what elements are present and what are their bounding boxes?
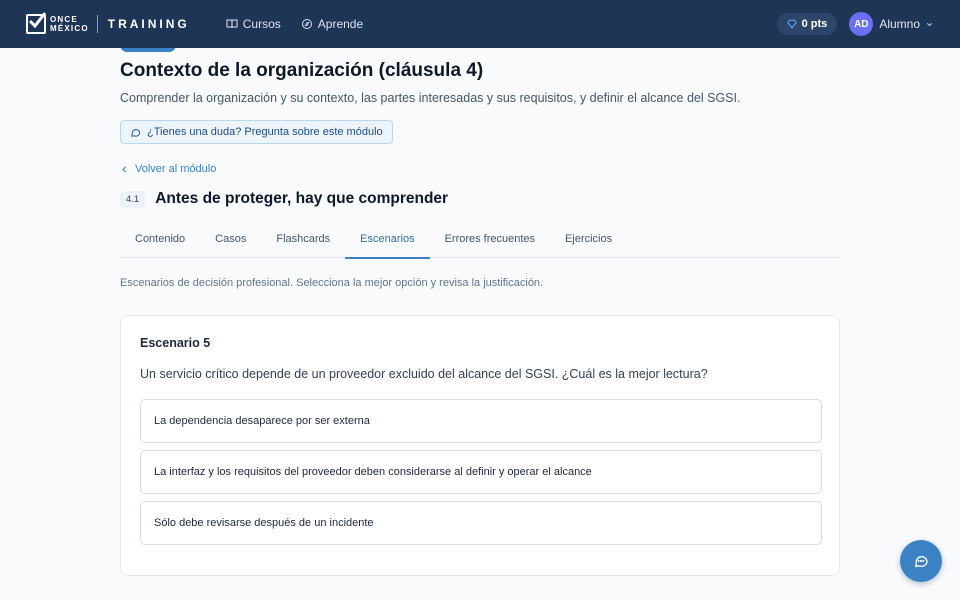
logo-divider xyxy=(96,15,98,33)
compass-icon xyxy=(301,19,312,29)
nav-item-cursos[interactable]: Cursos xyxy=(226,17,281,31)
chevron-left-icon xyxy=(122,165,127,173)
scenario-label: Escenario 5 xyxy=(140,336,211,350)
logo-word-bottom: MÉXICO xyxy=(50,24,89,33)
nav-label: Cursos xyxy=(242,17,281,31)
book-icon xyxy=(226,19,238,29)
avatar: AD xyxy=(849,12,874,36)
scenario-card: Escenario 5 Un servicio crítico depende … xyxy=(120,315,840,576)
tab-contenido[interactable]: Contenido xyxy=(120,220,200,258)
module-tag xyxy=(120,48,176,52)
points-value: 0 pts xyxy=(801,18,828,30)
tab-casos[interactable]: Casos xyxy=(200,220,261,258)
main-nav: Cursos Aprende xyxy=(226,17,383,31)
nav-item-aprende[interactable]: Aprende xyxy=(301,17,363,31)
top-navbar: ONCE MÉXICO TRAINING Cursos Aprende 0 pt… xyxy=(0,0,960,48)
logo-wordmark: ONCE MÉXICO xyxy=(50,15,89,33)
scenario-question: Un servicio crítico depende de un provee… xyxy=(140,367,708,381)
tab-ejercicios[interactable]: Ejercicios xyxy=(550,220,627,258)
lesson-title: Antes de proteger, hay que comprender xyxy=(155,190,449,207)
back-to-module-link[interactable]: Volver al módulo xyxy=(120,163,216,175)
logo-product-name: TRAINING xyxy=(107,17,190,31)
chat-bubble-icon xyxy=(914,556,928,568)
back-link-label: Volver al módulo xyxy=(135,163,217,175)
ask-question-button[interactable]: ¿Tienes una duda? Pregunta sobre este mó… xyxy=(120,120,393,144)
user-name: Alumno xyxy=(879,17,920,31)
logo-word-top: ONCE xyxy=(50,15,78,24)
main-content: Contexto de la organización (cláusula 4)… xyxy=(0,48,960,600)
ask-question-label: ¿Tienes una duda? Pregunta sobre este mó… xyxy=(147,126,383,138)
lesson-tabs: Contenido Casos Flashcards Escenarios Er… xyxy=(120,220,840,259)
page-title: Contexto de la organización (cláusula 4) xyxy=(120,60,484,81)
answer-option-1[interactable]: La dependencia desaparece por ser extern… xyxy=(140,399,822,443)
brand-logo[interactable]: ONCE MÉXICO TRAINING xyxy=(26,0,190,48)
scenarios-intro: Escenarios de decisión profesional. Sele… xyxy=(120,277,544,289)
chevron-down-icon xyxy=(926,22,933,26)
header-right: 0 pts AD Alumno xyxy=(776,12,934,36)
points-badge[interactable]: 0 pts xyxy=(776,13,838,35)
user-menu[interactable]: AD Alumno xyxy=(849,12,934,36)
tab-flashcards[interactable]: Flashcards xyxy=(261,220,345,258)
answer-option-3[interactable]: Sólo debe revisarse después de un incide… xyxy=(140,501,822,545)
answer-option-2[interactable]: La interfaz y los requisitos del proveed… xyxy=(140,450,822,494)
tab-errores-frecuentes[interactable]: Errores frecuentes xyxy=(430,220,550,258)
gem-icon xyxy=(786,19,797,29)
chat-assistant-button[interactable] xyxy=(900,540,942,582)
nav-label: Aprende xyxy=(317,17,364,31)
lesson-number-badge: 4.1 xyxy=(120,190,146,208)
lesson-header: 4.1 Antes de proteger, hay que comprende… xyxy=(120,190,448,208)
chat-bubble-icon xyxy=(131,128,141,137)
module-description: Comprender la organización y su contexto… xyxy=(120,91,741,105)
tab-escenarios[interactable]: Escenarios xyxy=(345,220,430,259)
checkbox-logo-icon xyxy=(26,12,47,34)
